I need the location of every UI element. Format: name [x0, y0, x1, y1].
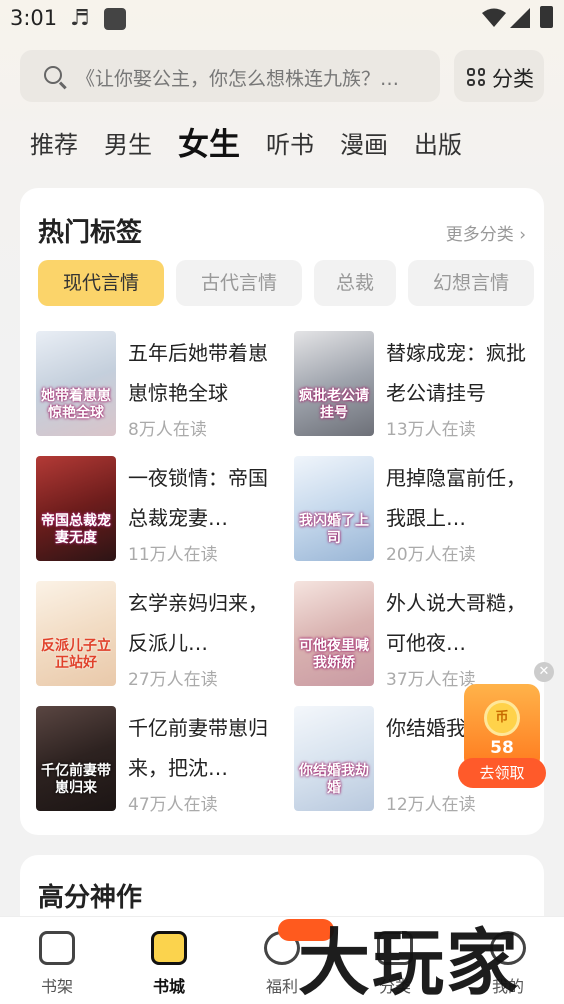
book-cover: 反派儿子立正站好 — [36, 581, 116, 686]
book-cover: 千亿前妻带崽归来 — [36, 706, 116, 811]
tag-ceo[interactable]: 总裁 — [314, 260, 396, 306]
status-bar: 3:01 ♬ — [0, 0, 564, 40]
book-readers: 11万人在读 — [128, 545, 218, 565]
tag-row: 现代言情 古代言情 总裁 幻想言情 — [38, 260, 546, 306]
book-item[interactable]: 她带着崽崽惊艳全球 五年后她带着崽崽惊艳全球 8万人在读 — [36, 331, 276, 440]
book-title: 玄学亲妈归来，反派儿… — [128, 591, 268, 655]
book-title: 替嫁成宠：疯批老公请挂号 — [386, 341, 526, 405]
search-placeholder: 《让你娶公主，你怎么想株连九族？… — [76, 68, 400, 90]
close-icon[interactable]: ✕ — [534, 662, 554, 682]
book-cover: 她带着崽崽惊艳全球 — [36, 331, 116, 436]
book-cover: 疯批老公请挂号 — [294, 331, 374, 436]
section-title: 热门标签 — [38, 218, 143, 248]
book-title: 外人说大哥糙，可他夜… — [386, 591, 526, 655]
claim-button[interactable]: 去领取 — [458, 758, 546, 788]
book-item[interactable]: 可他夜里喊我娇娇 外人说大哥糙，可他夜… 37万人在读 — [294, 581, 534, 690]
cellular-icon — [510, 8, 530, 28]
book-title: 五年后她带着崽崽惊艳全球 — [128, 341, 268, 405]
book-readers: 47万人在读 — [128, 795, 218, 815]
book-item[interactable]: 疯批老公请挂号 替嫁成宠：疯批老公请挂号 13万人在读 — [294, 331, 534, 440]
book-readers: 13万人在读 — [386, 420, 476, 440]
book-item[interactable]: 千亿前妻带崽归来 千亿前妻带崽归来，把沈… 47万人在读 — [36, 706, 276, 815]
tab-audiobook[interactable]: 听书 — [266, 120, 314, 170]
app-notification-icon — [104, 8, 126, 30]
tab-recommend[interactable]: 推荐 — [30, 120, 78, 170]
section-title: 高分神作 — [38, 883, 143, 913]
bookstore-icon — [151, 931, 187, 965]
coin-icon: 币 — [484, 700, 520, 736]
book-cover: 你结婚我劫婚 — [294, 706, 374, 811]
tag-modern-romance[interactable]: 现代言情 — [38, 260, 164, 306]
tab-female[interactable]: 女生 — [178, 120, 240, 170]
tab-male[interactable]: 男生 — [104, 120, 152, 170]
book-title: 一夜锁情：帝国总裁宠妻… — [128, 466, 268, 530]
book-readers: 27万人在读 — [128, 670, 218, 690]
book-readers: 20万人在读 — [386, 545, 476, 565]
book-title: 千亿前妻带崽归来，把沈… — [128, 716, 268, 780]
book-readers: 12万人在读 — [386, 795, 476, 815]
more-categories-link[interactable]: 更多分类 › — [446, 220, 526, 245]
bookshelf-icon — [39, 931, 75, 965]
category-button[interactable]: 分类 — [454, 50, 544, 102]
nav-label: 书城 — [152, 977, 185, 996]
reward-coins: 58 — [490, 738, 514, 758]
book-item[interactable]: 我闪婚了上司 甩掉隐富前任，我跟上… 20万人在读 — [294, 456, 534, 565]
grid-icon — [467, 68, 485, 86]
book-readers: 8万人在读 — [128, 420, 207, 440]
book-cover: 可他夜里喊我娇娇 — [294, 581, 374, 686]
search-icon — [44, 66, 62, 84]
book-item[interactable]: 帝国总裁宠妻无度 一夜锁情：帝国总裁宠妻… 11万人在读 — [36, 456, 276, 565]
tab-publishing[interactable]: 出版 — [414, 120, 462, 170]
reward-widget[interactable]: ✕ 币 58 去领取 — [458, 662, 554, 790]
book-item[interactable]: 反派儿子立正站好 玄学亲妈归来，反派儿… 27万人在读 — [36, 581, 276, 690]
battery-icon — [540, 6, 553, 28]
tag-fantasy-romance[interactable]: 幻想言情 — [408, 260, 534, 306]
wifi-icon — [482, 8, 506, 27]
music-icon: ♬ — [70, 6, 90, 31]
watermark: 大玩家 — [298, 920, 521, 1004]
tab-comics[interactable]: 漫画 — [340, 120, 388, 170]
nav-bookstore[interactable]: 书城 — [113, 917, 225, 1004]
channel-tabs: 推荐 男生 女生 听书 漫画 出版 — [30, 120, 488, 170]
status-time: 3:01 — [10, 6, 58, 30]
search-bar[interactable]: 《让你娶公主，你怎么想株连九族？… — [20, 50, 440, 102]
tag-ancient-romance[interactable]: 古代言情 — [176, 260, 302, 306]
nav-bookshelf[interactable]: 书架 — [1, 917, 113, 1004]
nav-label: 书架 — [40, 977, 73, 996]
book-title: 甩掉隐富前任，我跟上… — [386, 466, 526, 530]
book-cover: 帝国总裁宠妻无度 — [36, 456, 116, 561]
category-button-label: 分类 — [492, 67, 534, 91]
book-cover: 我闪婚了上司 — [294, 456, 374, 561]
